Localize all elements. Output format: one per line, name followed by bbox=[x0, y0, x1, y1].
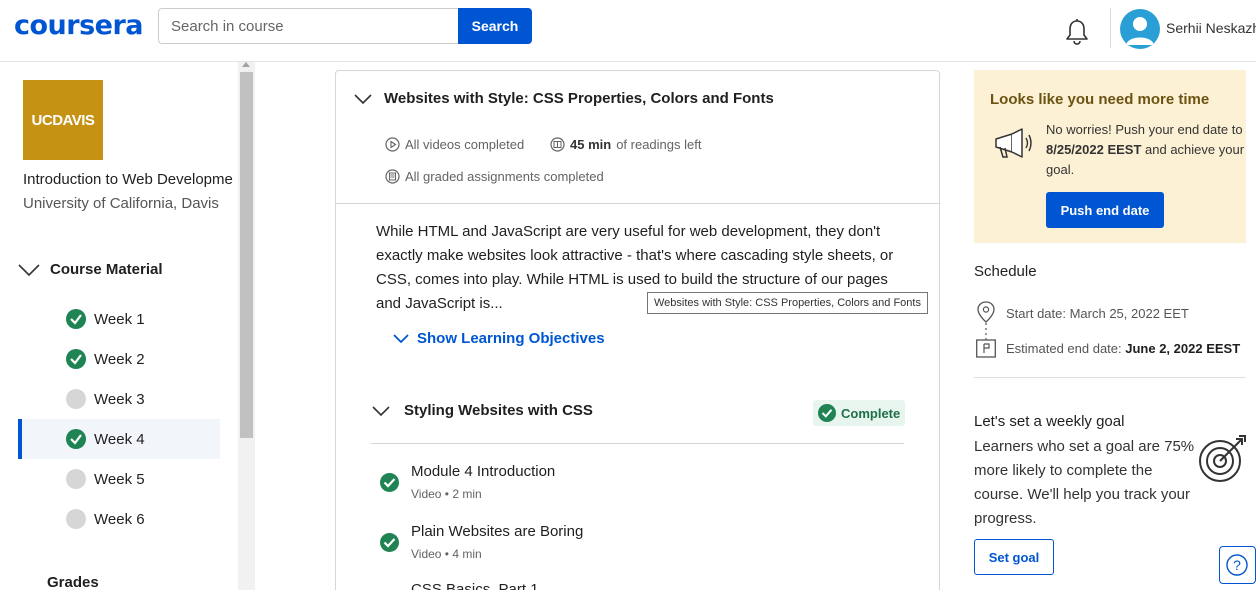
header-divider bbox=[1110, 8, 1111, 48]
scroll-up-arrow-icon[interactable] bbox=[242, 62, 250, 67]
item-title: Module 4 Introduction bbox=[411, 463, 556, 480]
lesson-title: Styling Websites with CSS bbox=[404, 402, 593, 419]
empty-circle-icon bbox=[66, 509, 86, 529]
divider bbox=[974, 377, 1246, 378]
week-label: Week 3 bbox=[94, 390, 145, 408]
svg-text:?: ? bbox=[1233, 557, 1241, 573]
item-title: Plain Websites are Boring bbox=[411, 523, 584, 540]
sidebar-item-grades[interactable]: Grades bbox=[47, 574, 99, 590]
user-name[interactable]: Serhii Neskazhu bbox=[1166, 20, 1256, 36]
more-time-banner: Looks like you need more time No worries… bbox=[974, 70, 1246, 243]
estimated-end-date: Estimated end date: June 2, 2022 EEST bbox=[1006, 341, 1240, 356]
coursera-logo[interactable]: coursera bbox=[14, 10, 144, 41]
avatar[interactable] bbox=[1120, 9, 1160, 49]
course-title: Introduction to Web Developme bbox=[23, 171, 233, 188]
schedule-timeline bbox=[976, 301, 996, 358]
end-date-value: June 2, 2022 EEST bbox=[1125, 341, 1241, 356]
sidebar-item-week-3[interactable]: Week 3 bbox=[18, 379, 220, 419]
status-badge: Complete bbox=[813, 400, 905, 426]
reading-icon bbox=[550, 137, 565, 152]
week-label: Week 5 bbox=[94, 470, 145, 488]
more-time-title: Looks like you need more time bbox=[990, 91, 1210, 108]
university-name: University of California, Davis bbox=[23, 195, 219, 212]
help-icon: ? bbox=[1226, 554, 1248, 576]
more-time-message: No worries! Push your end date to 8/25/2… bbox=[1046, 120, 1246, 180]
schedule-title: Schedule bbox=[974, 263, 1037, 280]
chevron-down-icon bbox=[18, 263, 40, 276]
chevron-down-icon bbox=[372, 405, 390, 416]
start-date: Start date: March 25, 2022 EET bbox=[1006, 306, 1189, 321]
university-logo: UCDAVIS bbox=[23, 80, 103, 160]
sidebar-item-week-6[interactable]: Week 6 bbox=[18, 499, 220, 539]
search-button[interactable]: Search bbox=[458, 8, 532, 44]
weekly-goal-text: Learners who set a goal are 75% more lik… bbox=[974, 438, 1195, 527]
check-circle-icon bbox=[66, 309, 86, 329]
end-date-label: Estimated end date: bbox=[1006, 341, 1126, 356]
readings-suffix: of readings left bbox=[616, 137, 702, 152]
course-material-label: Course Material bbox=[50, 261, 163, 278]
readings-amount: 45 min bbox=[570, 137, 612, 152]
more-time-prefix: No worries! Push your end date to bbox=[1046, 122, 1243, 137]
top-header: coursera Search Serhii Neskazhu bbox=[0, 0, 1256, 62]
check-circle-icon bbox=[66, 429, 86, 449]
target-icon bbox=[1199, 435, 1246, 482]
check-circle-icon bbox=[380, 533, 399, 552]
sidebar-item-week-4[interactable]: Week 4 bbox=[18, 419, 220, 459]
bell-icon[interactable] bbox=[1064, 18, 1090, 46]
item-meta: Video • 4 min bbox=[411, 547, 482, 561]
check-circle-icon bbox=[380, 473, 399, 492]
search-input[interactable] bbox=[158, 8, 460, 44]
week-label: Week 4 bbox=[94, 430, 145, 448]
play-circle-icon bbox=[385, 137, 400, 152]
module-title: Websites with Style: CSS Properties, Col… bbox=[384, 90, 774, 107]
check-circle-icon bbox=[66, 349, 86, 369]
week-label: Week 1 bbox=[94, 310, 145, 328]
sidebar-item-week-5[interactable]: Week 5 bbox=[18, 459, 220, 499]
help-button[interactable]: ? bbox=[1219, 546, 1256, 584]
divider bbox=[371, 443, 904, 444]
item-title: CSS Basics, Part 1 bbox=[411, 581, 539, 590]
assignment-icon bbox=[385, 169, 400, 184]
sidebar-scrollbar-thumb[interactable] bbox=[240, 72, 253, 438]
module-card: Websites with Style: CSS Properties, Col… bbox=[335, 70, 940, 590]
status-badge-label: Complete bbox=[841, 405, 901, 421]
week-label: Week 6 bbox=[94, 510, 145, 528]
course-sidebar: UCDAVIS Introduction to Web Developme Un… bbox=[0, 62, 255, 590]
videos-status: All videos completed bbox=[385, 137, 524, 152]
week-label: Week 2 bbox=[94, 350, 145, 368]
empty-circle-icon bbox=[66, 389, 86, 409]
tooltip: Websites with Style: CSS Properties, Col… bbox=[647, 292, 928, 314]
show-learning-objectives-button[interactable]: Show Learning Objectives bbox=[393, 330, 605, 347]
megaphone-icon bbox=[995, 128, 1032, 158]
readings-status: 45 min of readings left bbox=[550, 137, 701, 152]
item-meta: Video • 2 min bbox=[411, 487, 482, 501]
lesson-header-toggle[interactable]: Styling Websites with CSS bbox=[372, 402, 593, 419]
graded-status-text: All graded assignments completed bbox=[405, 169, 604, 184]
chevron-down-icon bbox=[393, 334, 409, 343]
check-circle-icon bbox=[818, 404, 836, 422]
course-material-toggle[interactable]: Course Material bbox=[18, 261, 163, 278]
divider bbox=[336, 203, 939, 204]
sidebar-item-week-2[interactable]: Week 2 bbox=[18, 339, 220, 379]
weekly-goal-title: Let's set a weekly goal bbox=[974, 413, 1125, 430]
empty-circle-icon bbox=[66, 469, 86, 489]
set-goal-button[interactable]: Set goal bbox=[974, 539, 1054, 575]
chevron-down-icon bbox=[354, 93, 372, 104]
videos-status-text: All videos completed bbox=[405, 137, 525, 152]
graded-status: All graded assignments completed bbox=[385, 169, 604, 184]
user-icon bbox=[1126, 17, 1154, 45]
sidebar-item-week-1[interactable]: Week 1 bbox=[18, 299, 220, 339]
show-learning-objectives-label: Show Learning Objectives bbox=[417, 330, 605, 347]
new-end-date: 8/25/2022 EEST bbox=[1046, 142, 1142, 157]
module-header-toggle[interactable]: Websites with Style: CSS Properties, Col… bbox=[354, 90, 774, 107]
push-end-date-button[interactable]: Push end date bbox=[1046, 192, 1164, 228]
